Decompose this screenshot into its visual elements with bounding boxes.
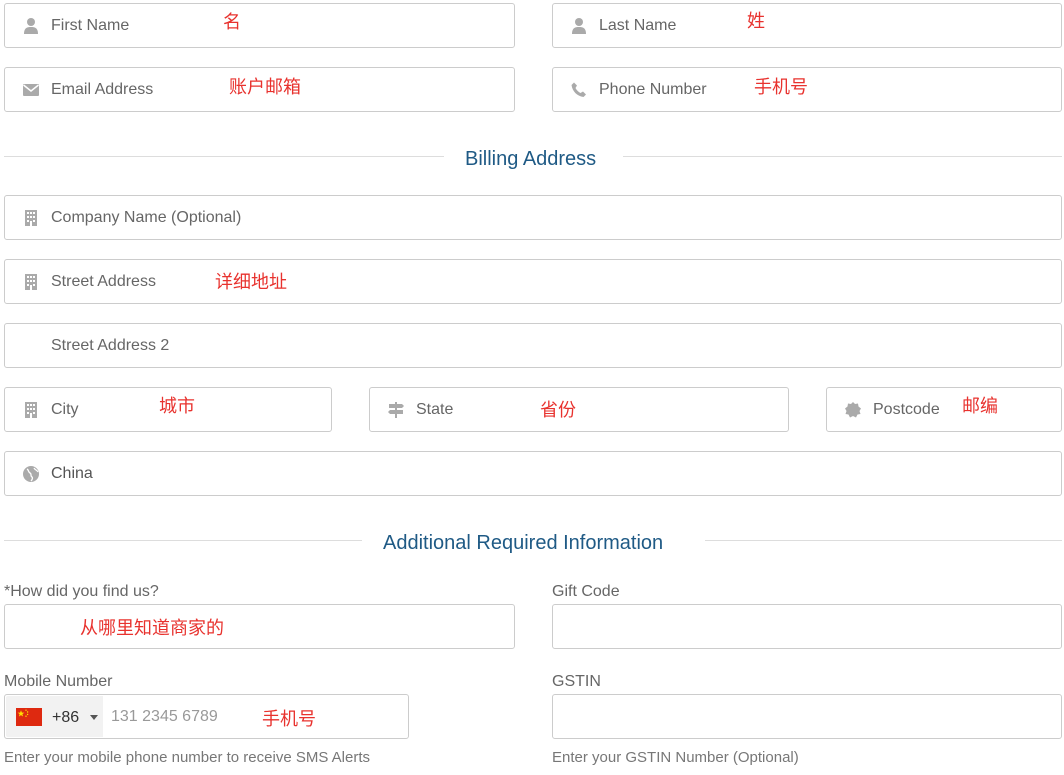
mobile-number-placeholder: 131 2345 6789 xyxy=(111,708,218,725)
chevron-down-icon xyxy=(90,715,98,720)
postcode-placeholder: Postcode xyxy=(873,401,940,418)
divider-left xyxy=(4,540,362,541)
postcode-field[interactable]: Postcode xyxy=(826,387,1062,432)
last-name-placeholder: Last Name xyxy=(599,17,677,34)
state-annotation: 省份 xyxy=(540,400,576,421)
street-address-field[interactable]: Street Address xyxy=(4,259,1062,304)
globe-icon xyxy=(22,465,40,483)
company-name-field[interactable]: Company Name (Optional) xyxy=(4,195,1062,240)
phone-icon xyxy=(570,81,588,99)
street-address-annotation: 详细地址 xyxy=(215,272,287,293)
gift-code-input[interactable] xyxy=(552,604,1062,649)
last-name-field[interactable]: Last Name xyxy=(552,3,1062,48)
china-flag-icon xyxy=(16,708,42,726)
dial-code: +86 xyxy=(52,709,80,726)
state-placeholder: State xyxy=(416,401,454,418)
city-placeholder: City xyxy=(51,401,79,418)
phone-annotation: 手机号 xyxy=(754,77,808,98)
badge-icon xyxy=(844,401,862,419)
signpost-icon xyxy=(387,401,405,419)
building-icon xyxy=(22,401,40,419)
last-name-annotation: 姓 xyxy=(747,11,765,32)
mobile-number-help: Enter your mobile phone number to receiv… xyxy=(4,749,371,766)
how-found-label: *How did you find us? xyxy=(4,583,159,600)
mobile-number-label: Mobile Number xyxy=(4,673,113,690)
how-found-annotation: 从哪里知道商家的 xyxy=(80,618,224,639)
gstin-label: GSTIN xyxy=(552,673,601,690)
street-address-placeholder: Street Address xyxy=(51,273,156,290)
divider-right xyxy=(705,540,1062,541)
first-name-placeholder: First Name xyxy=(51,17,130,34)
gstin-help: Enter your GSTIN Number (Optional) xyxy=(552,749,799,766)
gstin-input[interactable] xyxy=(552,694,1062,739)
country-code-dropdown[interactable]: +86 xyxy=(6,696,103,737)
state-field[interactable]: State xyxy=(369,387,789,432)
divider-left xyxy=(4,156,444,157)
billing-address-title: Billing Address xyxy=(465,148,597,170)
country-select[interactable]: China xyxy=(4,451,1062,496)
additional-info-title: Additional Required Information xyxy=(383,532,664,554)
gift-code-label: Gift Code xyxy=(552,583,620,600)
first-name-field[interactable]: First Name xyxy=(4,3,515,48)
postcode-annotation: 邮编 xyxy=(962,396,998,417)
first-name-annotation: 名 xyxy=(223,12,241,33)
street-address-2-field[interactable]: Street Address 2 xyxy=(4,323,1062,368)
user-icon xyxy=(570,17,588,35)
mobile-number-field[interactable]: +86 131 2345 6789 xyxy=(4,694,409,739)
company-name-placeholder: Company Name (Optional) xyxy=(51,209,242,226)
phone-placeholder: Phone Number xyxy=(599,81,707,98)
mobile-number-annotation: 手机号 xyxy=(262,709,316,730)
city-annotation: 城市 xyxy=(159,396,195,417)
email-placeholder: Email Address xyxy=(51,81,154,98)
email-annotation: 账户邮箱 xyxy=(229,77,301,98)
country-value: China xyxy=(51,465,93,482)
street-address-2-placeholder: Street Address 2 xyxy=(51,337,170,354)
building-icon xyxy=(22,273,40,291)
building-icon xyxy=(22,209,40,227)
envelope-icon xyxy=(22,81,40,99)
user-icon xyxy=(22,17,40,35)
divider-right xyxy=(623,156,1062,157)
